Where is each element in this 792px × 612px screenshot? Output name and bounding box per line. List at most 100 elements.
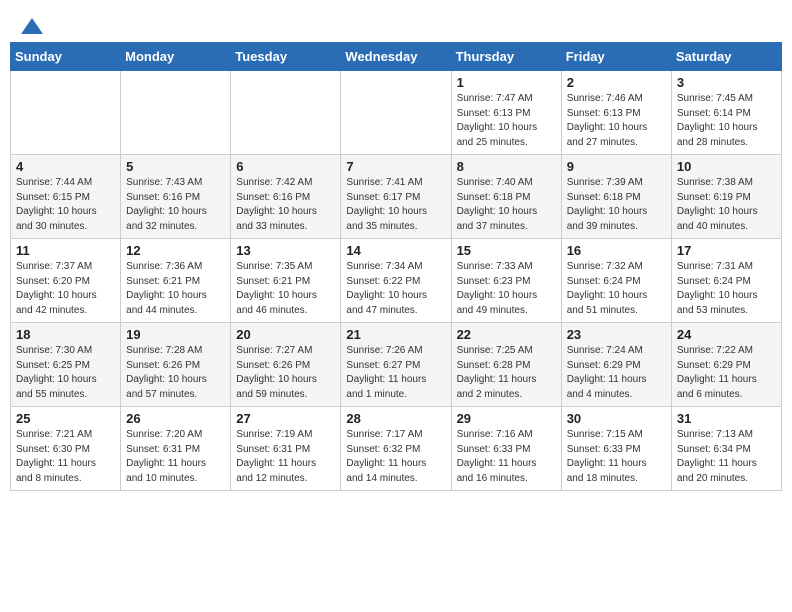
- day-number: 14: [346, 243, 445, 258]
- day-cell: 8Sunrise: 7:40 AM Sunset: 6:18 PM Daylig…: [451, 155, 561, 239]
- day-info: Sunrise: 7:31 AM Sunset: 6:24 PM Dayligh…: [677, 260, 776, 318]
- day-cell: 10 Sunrise: 7:38 AM Sunset: 6:19 PM Dayli…: [671, 155, 781, 239]
- col-header-sunday: Sunday: [11, 43, 121, 71]
- day-cell: 17 Sunrise: 7:31 AM Sunset: 6:24 PM Dayli…: [671, 239, 781, 323]
- day-info: Sunrise: 7:26 AM Sunset: 6:27 PM Dayligh…: [346, 344, 445, 402]
- day-number: 4: [16, 159, 115, 174]
- day-cell: 31 Sunrise: 7:13 AM Sunset: 6:34 PM Dayli…: [671, 407, 781, 491]
- day-number: 5: [126, 159, 225, 174]
- day-info: Sunrise: 7:20 AM Sunset: 6:31 PM Dayligh…: [126, 428, 225, 486]
- day-number: 28: [346, 411, 445, 426]
- day-info: Sunrise: 7:34 AM Sunset: 6:22 PM Dayligh…: [346, 260, 445, 318]
- day-number: 6: [236, 159, 335, 174]
- day-cell: [121, 71, 231, 155]
- day-cell: 29 Sunrise: 7:16 AM Sunset: 6:33 PM Dayli…: [451, 407, 561, 491]
- day-number: 25: [16, 411, 115, 426]
- calendar-body: 1 Sunrise: 7:47 AM Sunset: 6:13 PM Daylig…: [11, 71, 782, 491]
- logo: [20, 16, 44, 34]
- day-number: 11: [16, 243, 115, 258]
- day-number: 17: [677, 243, 776, 258]
- week-row-4: 18Sunrise: 7:30 AM Sunset: 6:25 PM Dayli…: [11, 323, 782, 407]
- week-row-1: 1 Sunrise: 7:47 AM Sunset: 6:13 PM Daylig…: [11, 71, 782, 155]
- day-cell: 15 Sunrise: 7:33 AM Sunset: 6:23 PM Dayli…: [451, 239, 561, 323]
- day-cell: 7 Sunrise: 7:41 AM Sunset: 6:17 PM Daylig…: [341, 155, 451, 239]
- day-cell: 21 Sunrise: 7:26 AM Sunset: 6:27 PM Dayli…: [341, 323, 451, 407]
- day-number: 10: [677, 159, 776, 174]
- day-info: Sunrise: 7:47 AM Sunset: 6:13 PM Dayligh…: [457, 92, 556, 150]
- day-info: Sunrise: 7:17 AM Sunset: 6:32 PM Dayligh…: [346, 428, 445, 486]
- col-header-wednesday: Wednesday: [341, 43, 451, 71]
- col-header-saturday: Saturday: [671, 43, 781, 71]
- col-header-tuesday: Tuesday: [231, 43, 341, 71]
- day-cell: 25Sunrise: 7:21 AM Sunset: 6:30 PM Dayli…: [11, 407, 121, 491]
- day-cell: 23 Sunrise: 7:24 AM Sunset: 6:29 PM Dayli…: [561, 323, 671, 407]
- calendar-header: SundayMondayTuesdayWednesdayThursdayFrid…: [11, 43, 782, 71]
- day-number: 15: [457, 243, 556, 258]
- day-info: Sunrise: 7:27 AM Sunset: 6:26 PM Dayligh…: [236, 344, 335, 402]
- day-info: Sunrise: 7:24 AM Sunset: 6:29 PM Dayligh…: [567, 344, 666, 402]
- day-cell: 19 Sunrise: 7:28 AM Sunset: 6:26 PM Dayli…: [121, 323, 231, 407]
- day-info: Sunrise: 7:32 AM Sunset: 6:24 PM Dayligh…: [567, 260, 666, 318]
- day-info: Sunrise: 7:46 AM Sunset: 6:13 PM Dayligh…: [567, 92, 666, 150]
- day-info: Sunrise: 7:42 AM Sunset: 6:16 PM Dayligh…: [236, 176, 335, 234]
- day-number: 12: [126, 243, 225, 258]
- day-number: 18: [16, 327, 115, 342]
- day-info: Sunrise: 7:40 AM Sunset: 6:18 PM Dayligh…: [457, 176, 556, 234]
- day-cell: 13 Sunrise: 7:35 AM Sunset: 6:21 PM Dayli…: [231, 239, 341, 323]
- day-cell: 22Sunrise: 7:25 AM Sunset: 6:28 PM Dayli…: [451, 323, 561, 407]
- day-number: 1: [457, 75, 556, 90]
- day-info: Sunrise: 7:39 AM Sunset: 6:18 PM Dayligh…: [567, 176, 666, 234]
- day-info: Sunrise: 7:16 AM Sunset: 6:33 PM Dayligh…: [457, 428, 556, 486]
- day-number: 9: [567, 159, 666, 174]
- day-number: 7: [346, 159, 445, 174]
- day-info: Sunrise: 7:28 AM Sunset: 6:26 PM Dayligh…: [126, 344, 225, 402]
- day-cell: 4 Sunrise: 7:44 AM Sunset: 6:15 PM Daylig…: [11, 155, 121, 239]
- week-row-5: 25Sunrise: 7:21 AM Sunset: 6:30 PM Dayli…: [11, 407, 782, 491]
- day-info: Sunrise: 7:44 AM Sunset: 6:15 PM Dayligh…: [16, 176, 115, 234]
- day-number: 26: [126, 411, 225, 426]
- day-cell: [231, 71, 341, 155]
- day-cell: [341, 71, 451, 155]
- day-number: 21: [346, 327, 445, 342]
- week-row-3: 11 Sunrise: 7:37 AM Sunset: 6:20 PM Dayli…: [11, 239, 782, 323]
- week-row-2: 4 Sunrise: 7:44 AM Sunset: 6:15 PM Daylig…: [11, 155, 782, 239]
- day-cell: 5 Sunrise: 7:43 AM Sunset: 6:16 PM Daylig…: [121, 155, 231, 239]
- day-cell: 14 Sunrise: 7:34 AM Sunset: 6:22 PM Dayli…: [341, 239, 451, 323]
- day-cell: 11 Sunrise: 7:37 AM Sunset: 6:20 PM Dayli…: [11, 239, 121, 323]
- header-row: SundayMondayTuesdayWednesdayThursdayFrid…: [11, 43, 782, 71]
- day-cell: 9 Sunrise: 7:39 AM Sunset: 6:18 PM Daylig…: [561, 155, 671, 239]
- day-info: Sunrise: 7:13 AM Sunset: 6:34 PM Dayligh…: [677, 428, 776, 486]
- day-info: Sunrise: 7:25 AM Sunset: 6:28 PM Dayligh…: [457, 344, 556, 402]
- col-header-friday: Friday: [561, 43, 671, 71]
- day-number: 31: [677, 411, 776, 426]
- day-number: 23: [567, 327, 666, 342]
- day-number: 29: [457, 411, 556, 426]
- day-number: 19: [126, 327, 225, 342]
- day-cell: 20Sunrise: 7:27 AM Sunset: 6:26 PM Dayli…: [231, 323, 341, 407]
- calendar-table: SundayMondayTuesdayWednesdayThursdayFrid…: [10, 42, 782, 491]
- day-number: 13: [236, 243, 335, 258]
- day-cell: 24Sunrise: 7:22 AM Sunset: 6:29 PM Dayli…: [671, 323, 781, 407]
- day-cell: 12Sunrise: 7:36 AM Sunset: 6:21 PM Dayli…: [121, 239, 231, 323]
- page-header: [0, 0, 792, 42]
- day-number: 2: [567, 75, 666, 90]
- day-cell: 27 Sunrise: 7:19 AM Sunset: 6:31 PM Dayli…: [231, 407, 341, 491]
- day-cell: [11, 71, 121, 155]
- day-cell: 28 Sunrise: 7:17 AM Sunset: 6:32 PM Dayli…: [341, 407, 451, 491]
- day-cell: 26 Sunrise: 7:20 AM Sunset: 6:31 PM Dayli…: [121, 407, 231, 491]
- day-info: Sunrise: 7:41 AM Sunset: 6:17 PM Dayligh…: [346, 176, 445, 234]
- day-info: Sunrise: 7:43 AM Sunset: 6:16 PM Dayligh…: [126, 176, 225, 234]
- day-info: Sunrise: 7:22 AM Sunset: 6:29 PM Dayligh…: [677, 344, 776, 402]
- day-info: Sunrise: 7:35 AM Sunset: 6:21 PM Dayligh…: [236, 260, 335, 318]
- day-cell: 3Sunrise: 7:45 AM Sunset: 6:14 PM Daylig…: [671, 71, 781, 155]
- day-cell: 16Sunrise: 7:32 AM Sunset: 6:24 PM Dayli…: [561, 239, 671, 323]
- day-number: 27: [236, 411, 335, 426]
- day-number: 3: [677, 75, 776, 90]
- day-cell: 18Sunrise: 7:30 AM Sunset: 6:25 PM Dayli…: [11, 323, 121, 407]
- day-info: Sunrise: 7:37 AM Sunset: 6:20 PM Dayligh…: [16, 260, 115, 318]
- day-info: Sunrise: 7:33 AM Sunset: 6:23 PM Dayligh…: [457, 260, 556, 318]
- day-cell: 2 Sunrise: 7:46 AM Sunset: 6:13 PM Daylig…: [561, 71, 671, 155]
- day-info: Sunrise: 7:38 AM Sunset: 6:19 PM Dayligh…: [677, 176, 776, 234]
- day-info: Sunrise: 7:19 AM Sunset: 6:31 PM Dayligh…: [236, 428, 335, 486]
- day-cell: 30Sunrise: 7:15 AM Sunset: 6:33 PM Dayli…: [561, 407, 671, 491]
